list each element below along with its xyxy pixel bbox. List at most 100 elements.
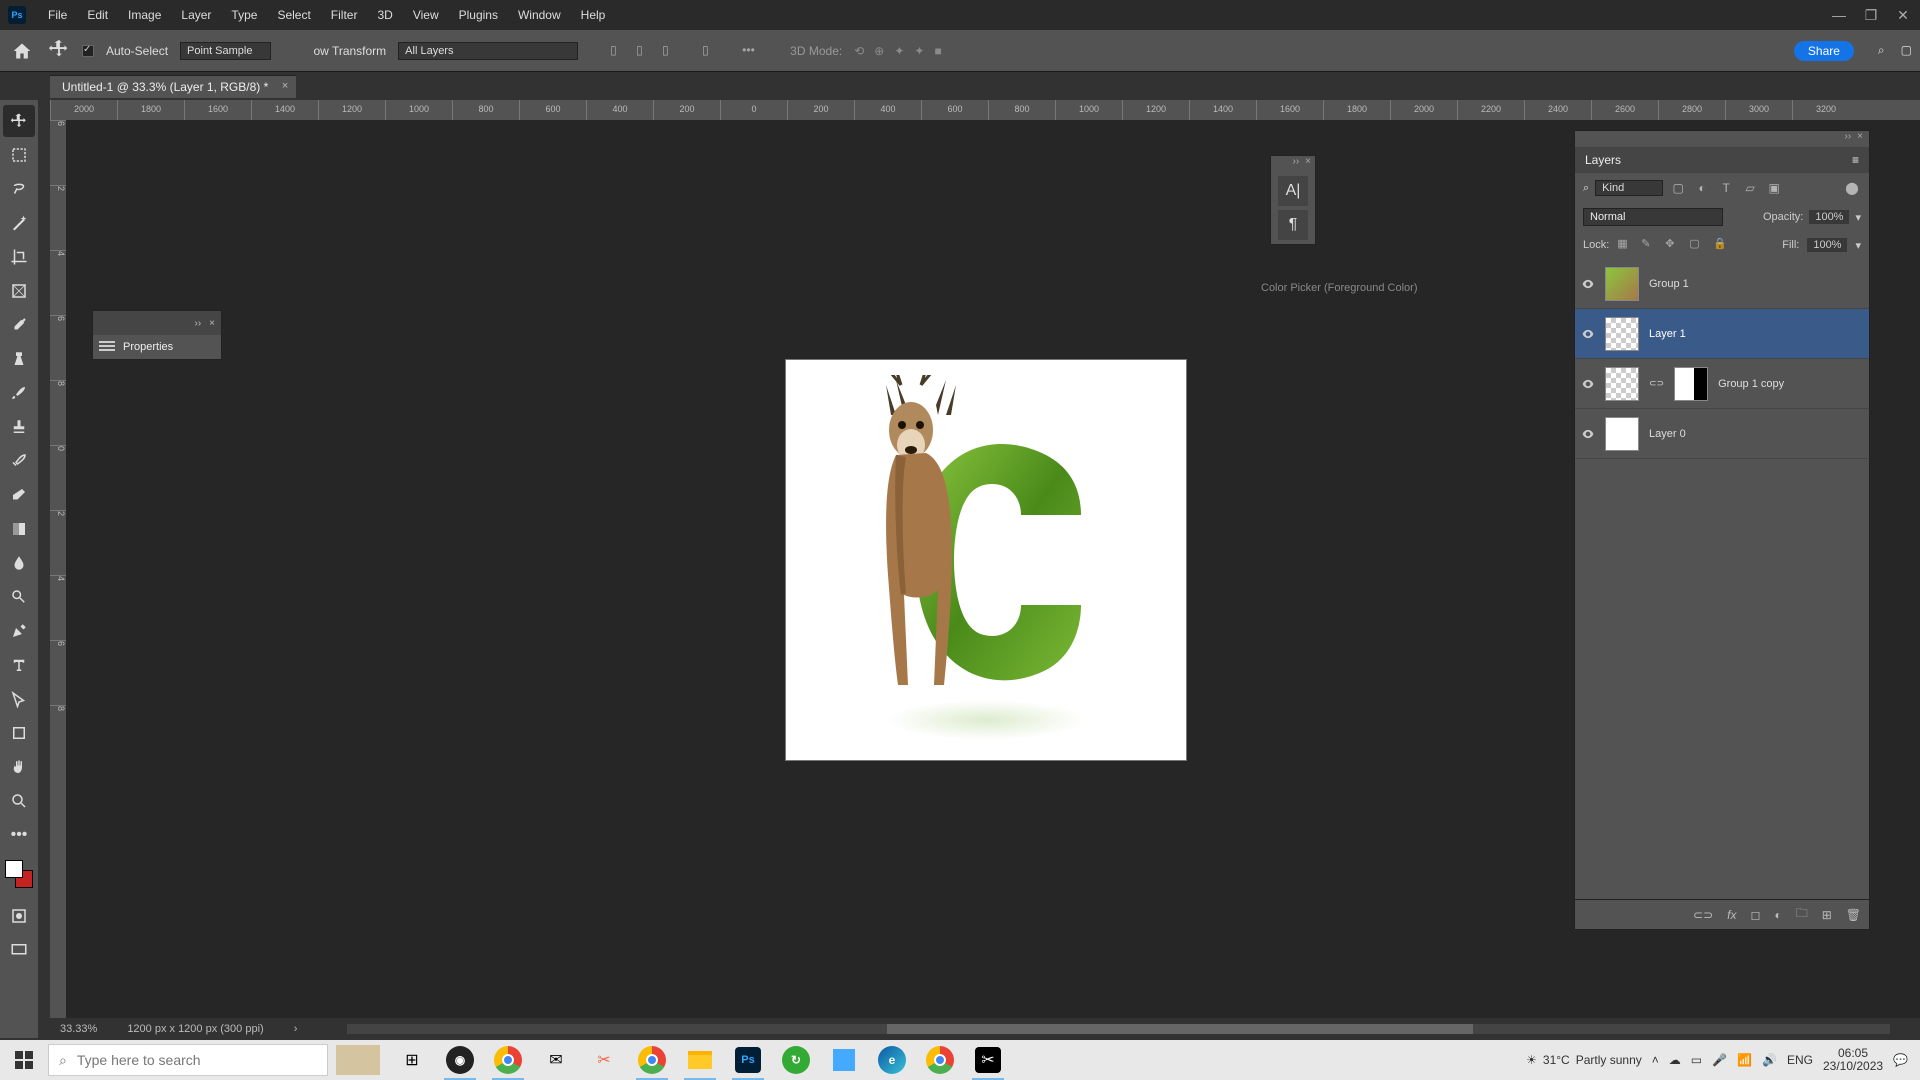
close-tab-icon[interactable]: × [282, 80, 288, 92]
task-capcut-icon[interactable]: ✂ [964, 1040, 1012, 1080]
adjustment-icon[interactable]: ◐ [1774, 908, 1781, 922]
history-brush-tool[interactable] [3, 445, 35, 477]
menu-window[interactable]: Window [508, 8, 571, 22]
layer-row-layer1[interactable]: Layer 1 [1575, 309, 1869, 359]
maximize-button[interactable]: ❐ [1862, 6, 1880, 24]
filter-toggle-icon[interactable]: ⬤ [1843, 179, 1861, 197]
opacity-chevron-icon[interactable]: ▾ [1855, 211, 1861, 224]
task-obs-icon[interactable]: ◉ [436, 1040, 484, 1080]
ruler-vertical[interactable]: 6246802468 [50, 120, 66, 1038]
filter-shape-icon[interactable]: ▱ [1741, 179, 1759, 197]
more-options-icon[interactable]: ••• [742, 43, 758, 59]
task-app1-icon[interactable]: ↻ [772, 1040, 820, 1080]
kind-select[interactable]: Kind [1595, 180, 1663, 196]
document-tab[interactable]: Untitled-1 @ 33.3% (Layer 1, RGB/8) * × [50, 75, 296, 98]
fx-icon[interactable]: fx [1727, 908, 1736, 922]
search-icon[interactable]: ⌕ [1583, 182, 1589, 195]
task-view-icon[interactable]: ⊞ [388, 1040, 436, 1080]
menu-layer[interactable]: Layer [171, 8, 221, 22]
frame-tool[interactable] [3, 275, 35, 307]
layers-menu-icon[interactable]: ≡ [1852, 153, 1859, 167]
character-icon[interactable]: A| [1278, 176, 1308, 206]
menu-type[interactable]: Type [221, 8, 267, 22]
menu-edit[interactable]: Edit [77, 8, 118, 22]
zoom-tool[interactable] [3, 785, 35, 817]
path-tool[interactable] [3, 683, 35, 715]
layer-row-group1[interactable]: Group 1 [1575, 259, 1869, 309]
filter-image-icon[interactable]: ▢ [1669, 179, 1687, 197]
menu-select[interactable]: Select [267, 8, 320, 22]
menu-image[interactable]: Image [118, 8, 171, 22]
status-chevron-icon[interactable]: › [294, 1023, 298, 1035]
close-window-button[interactable]: ✕ [1894, 6, 1912, 24]
layer-name[interactable]: Layer 0 [1649, 428, 1686, 440]
task-mail-icon[interactable]: ✉ [532, 1040, 580, 1080]
layers-close-icon[interactable]: × [1857, 131, 1863, 147]
mask-icon[interactable]: ◻ [1750, 908, 1760, 922]
move-tool[interactable] [3, 105, 35, 137]
char-collapse-icon[interactable]: ›› [1292, 156, 1299, 172]
taskbar-search[interactable]: ⌕ Type here to search [48, 1044, 328, 1076]
move-tool-icon[interactable] [48, 38, 70, 63]
lock-transparent-icon[interactable]: ▦ [1617, 237, 1633, 253]
notifications-icon[interactable]: 💬 [1893, 1053, 1908, 1067]
properties-panel[interactable]: ››× Properties [92, 310, 222, 360]
menu-file[interactable]: File [38, 8, 77, 22]
visibility-icon[interactable] [1581, 277, 1595, 291]
layer-row-group1copy[interactable]: ⊂⊃ Group 1 copy [1575, 359, 1869, 409]
workspace-icon[interactable]: ▢ [1901, 43, 1912, 58]
wand-tool[interactable] [3, 207, 35, 239]
weather-widget[interactable]: ☀ 31°C Partly sunny [1526, 1053, 1642, 1067]
task-explorer-icon[interactable] [676, 1040, 724, 1080]
healing-tool[interactable] [3, 343, 35, 375]
tray-onedrive-icon[interactable]: ☁ [1669, 1053, 1681, 1067]
horizontal-scrollbar[interactable] [347, 1024, 1890, 1034]
minimize-button[interactable]: — [1830, 6, 1848, 24]
lasso-tool[interactable] [3, 173, 35, 205]
lock-all-icon[interactable]: 🔒 [1713, 237, 1729, 253]
task-cortana-icon[interactable] [328, 1040, 388, 1080]
layer-name[interactable]: Layer 1 [1649, 328, 1686, 340]
menu-help[interactable]: Help [571, 8, 616, 22]
opacity-value[interactable]: 100% [1809, 210, 1849, 224]
char-close-icon[interactable]: × [1305, 156, 1311, 172]
ruler-horizontal[interactable]: 2000180016001400120010008006004002000200… [50, 100, 1920, 120]
menu-view[interactable]: View [403, 8, 449, 22]
filter-adjust-icon[interactable]: ◐ [1693, 179, 1711, 197]
align-left-icon[interactable]: ▯ [610, 43, 626, 59]
eyedropper-tool[interactable] [3, 309, 35, 341]
blur-tool[interactable] [3, 547, 35, 579]
menu-filter[interactable]: Filter [321, 8, 368, 22]
new-layer-icon[interactable]: ⊞ [1822, 908, 1832, 922]
tray-chevron-icon[interactable]: ˄ [1652, 1053, 1659, 1067]
sample-select[interactable]: Point Sample [180, 42, 271, 60]
visibility-icon[interactable] [1581, 427, 1595, 441]
search-icon[interactable]: ⌕ [1878, 43, 1885, 58]
filter-smart-icon[interactable]: ▣ [1765, 179, 1783, 197]
tray-mic-icon[interactable]: 🎤 [1712, 1053, 1727, 1067]
panel-close-icon[interactable]: × [209, 318, 215, 329]
edit-toolbar-icon[interactable]: ••• [3, 819, 35, 851]
stamp-tool[interactable] [3, 411, 35, 443]
crop-tool[interactable] [3, 241, 35, 273]
delete-layer-icon[interactable]: 🗑 [1846, 908, 1861, 922]
marquee-tool[interactable] [3, 139, 35, 171]
lock-position-icon[interactable]: ✥ [1665, 237, 1681, 253]
lock-paint-icon[interactable]: ✎ [1641, 237, 1657, 253]
layer-name[interactable]: Group 1 copy [1718, 378, 1784, 390]
quickmask-tool[interactable] [3, 900, 35, 932]
task-chrome3-icon[interactable] [916, 1040, 964, 1080]
align-right-icon[interactable]: ▯ [662, 43, 678, 59]
tray-lang-icon[interactable]: ENG [1787, 1053, 1813, 1067]
visibility-icon[interactable] [1581, 327, 1595, 341]
filter-type-icon[interactable]: T [1717, 179, 1735, 197]
visibility-icon[interactable] [1581, 377, 1595, 391]
hand-tool[interactable] [3, 751, 35, 783]
all-layers-select[interactable]: All Layers [398, 42, 578, 60]
start-button[interactable] [0, 1040, 48, 1080]
type-tool[interactable] [3, 649, 35, 681]
align-center-icon[interactable]: ▯ [636, 43, 652, 59]
character-panel[interactable]: ›› × A| ¶ [1270, 155, 1316, 245]
paragraph-icon[interactable]: ¶ [1278, 210, 1308, 240]
tray-wifi-icon[interactable]: 📶 [1737, 1053, 1752, 1067]
